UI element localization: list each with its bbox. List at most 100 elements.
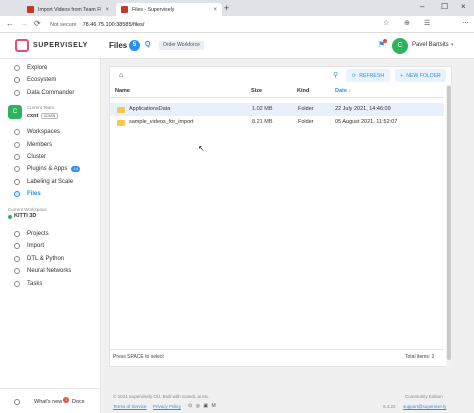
minimize-window-icon[interactable]: – <box>420 2 424 11</box>
team-avatar[interactable]: C <box>8 105 22 119</box>
refresh-button[interactable]: ⟳ REFRESH <box>346 69 390 82</box>
security-indicator[interactable]: Not secure <box>50 22 77 28</box>
sidebar-item-import[interactable]: Import <box>14 241 44 250</box>
sidebar-item-tasks[interactable]: Tasks <box>14 279 42 288</box>
sidebar-item-neural-networks[interactable]: Neural Networks <box>14 266 71 275</box>
sidebar-item-workspaces[interactable]: Workspaces <box>14 127 60 136</box>
sidebar-item-files[interactable]: Files <box>14 189 41 198</box>
forward-icon[interactable]: → <box>20 19 28 28</box>
favorite-star-icon[interactable]: ☆ <box>383 19 389 27</box>
user-name[interactable]: Pavel Bartsits <box>412 42 449 48</box>
compass-icon <box>14 64 20 71</box>
scrollbar-thumb[interactable] <box>447 86 451 360</box>
sidebar-divider <box>0 388 101 389</box>
workspace-caption: Current Workspace <box>8 207 47 212</box>
collections-icon[interactable]: ☰ <box>424 19 430 27</box>
workspaces-icon <box>14 128 20 135</box>
privacy-link[interactable]: Privacy Policy <box>153 404 181 409</box>
cluster-icon <box>14 153 20 160</box>
notification-dot <box>383 39 387 43</box>
user-avatar[interactable]: C <box>392 38 408 54</box>
edition-text: Community Edition <box>405 394 443 399</box>
support-email-link[interactable]: support@supervise.ly <box>403 404 446 409</box>
refresh-label: REFRESH <box>359 72 385 79</box>
sidebar-item-members[interactable]: Members <box>14 140 52 149</box>
close-window-icon[interactable]: × <box>461 2 466 11</box>
reload-icon[interactable]: ⟳ <box>34 19 41 28</box>
file-name[interactable]: sample_videos_for_import <box>129 119 194 125</box>
sidebar-item-data-commander[interactable]: Data Commander <box>14 88 74 97</box>
chevron-down-icon[interactable]: ▾ <box>451 42 454 48</box>
neural-network-icon <box>14 267 20 274</box>
terms-link[interactable]: Terms of Service <box>113 404 147 409</box>
search-icon[interactable]: ⚲ <box>333 71 338 79</box>
copyright-text: © 2021 Supervisely OÜ. Built with scandi… <box>113 394 210 399</box>
tab-title: Import Videos from Team Files o <box>38 6 102 13</box>
count-badge: 14 <box>71 165 80 172</box>
import-icon <box>14 242 20 249</box>
file-kind: Folder <box>298 119 314 125</box>
sidebar-item-cluster[interactable]: Cluster <box>14 152 46 161</box>
logo-text[interactable]: SUPERVISELY <box>33 42 88 49</box>
social-icons[interactable]: ⊙ ◎ ▣ M <box>188 403 217 409</box>
tab-close-icon[interactable]: × <box>213 7 217 13</box>
labeling-icon <box>14 178 20 185</box>
url-field[interactable]: Not secure 78.46.75.100:38585/files/ <box>50 19 380 30</box>
team-role-badge: ADMIN <box>41 113 59 119</box>
column-header-name[interactable]: Name <box>115 88 130 94</box>
sidebar-item-dtl-python[interactable]: DTL & Python <box>14 254 64 263</box>
sidebar-item-projects[interactable]: Projects <box>14 229 49 238</box>
sidebar-item-label: Tasks <box>27 280 43 287</box>
plus-icon: + <box>400 72 404 79</box>
whats-new-badge: 1 <box>63 397 69 403</box>
q-icon[interactable]: Q <box>145 41 150 48</box>
sidebar-item-labeling-at-scale[interactable]: Labeling at Scale <box>14 177 73 186</box>
team-name[interactable]: cxnt <box>27 113 38 119</box>
sidebar-item-label: Projects <box>27 230 49 237</box>
grid-icon <box>14 76 20 83</box>
sidebar-item-label: Neural Networks <box>27 267 72 274</box>
home-icon[interactable]: ⌂ <box>119 72 123 79</box>
file-name[interactable]: ApplicationsData <box>129 106 170 112</box>
url-text[interactable]: 78.46.75.100:38585/files/ <box>83 22 145 28</box>
file-size: 1.02 MB <box>252 106 273 112</box>
browser-tab-import-videos[interactable]: Import Videos from Team Files o × <box>22 3 114 16</box>
back-icon[interactable]: ← <box>6 19 14 28</box>
page-title: Files <box>109 41 128 50</box>
docs-link[interactable]: Docs <box>72 399 85 405</box>
version-text: 6.4.22 <box>383 404 396 409</box>
help-badge[interactable]: 5 <box>129 40 140 51</box>
supervisely-favicon-icon <box>27 6 34 13</box>
browser-menu-icon[interactable]: ⋯ <box>462 19 469 27</box>
tab-title: Files - Supervisely <box>132 6 175 13</box>
new-tab-button[interactable]: + <box>224 3 229 13</box>
folder-icon <box>117 107 125 113</box>
sidebar-item-plugins-apps[interactable]: Plugins & Apps 14 <box>14 164 80 173</box>
sidebar-item-label: Workspaces <box>27 128 60 135</box>
tab-close-icon[interactable]: × <box>105 7 109 13</box>
workspace-name[interactable]: KITTI 3D <box>14 213 36 219</box>
column-header-date[interactable]: Date ↓ <box>335 88 351 94</box>
workspace-status-dot <box>8 215 12 219</box>
extensions-icon[interactable]: ⊕ <box>404 19 410 27</box>
new-folder-button[interactable]: + NEW FOLDER <box>395 69 446 82</box>
column-header-kind[interactable]: Kind <box>297 88 309 94</box>
members-icon <box>14 141 20 148</box>
sidebar-item-explore[interactable]: Explore <box>14 63 47 72</box>
folder-stack-icon <box>14 89 20 96</box>
sidebar-item-ecosystem[interactable]: Ecosystem <box>14 75 56 84</box>
file-kind: Folder <box>298 106 314 112</box>
folder-icon <box>117 120 125 126</box>
code-icon <box>14 255 20 262</box>
total-items: Total items: 2 <box>405 354 435 360</box>
whats-new-icon[interactable] <box>14 399 20 405</box>
browser-tab-files[interactable]: Files - Supervisely × <box>116 3 222 16</box>
whats-new-link[interactable]: What's new <box>34 399 62 405</box>
plugin-icon <box>14 165 20 172</box>
column-header-size[interactable]: Size <box>251 88 262 94</box>
sidebar-item-label: Plugins & Apps <box>27 165 68 172</box>
maximize-window-icon[interactable]: ☐ <box>441 2 448 11</box>
sidebar-item-label: Members <box>27 141 53 148</box>
supervisely-logo-icon[interactable] <box>15 39 29 52</box>
workspace-chip[interactable]: Order Workforce <box>159 41 204 50</box>
